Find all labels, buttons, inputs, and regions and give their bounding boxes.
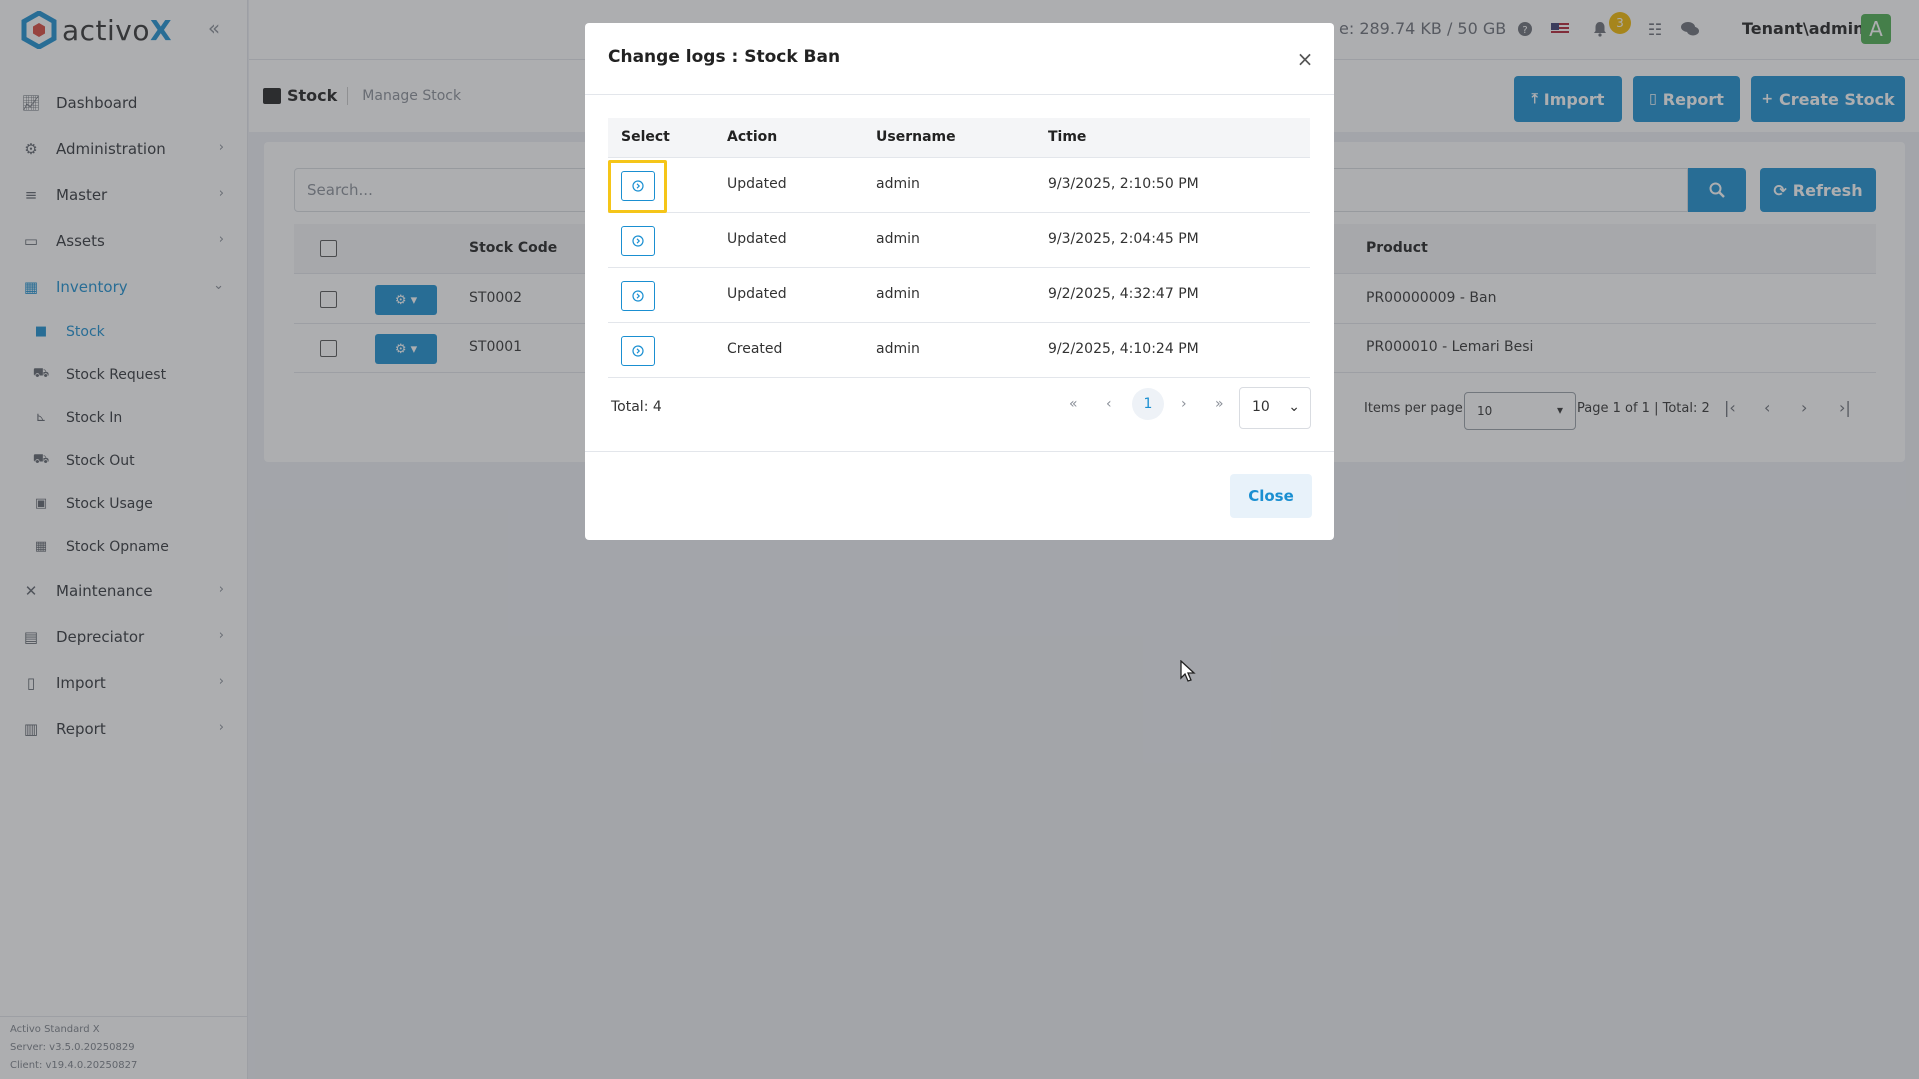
column-header-select: Select — [621, 129, 670, 145]
total-count: Total: 4 — [611, 399, 662, 415]
view-log-button[interactable] — [621, 226, 655, 256]
change-logs-dialog: Change logs : Stock Ban × Select Action … — [585, 23, 1334, 540]
page-size-select[interactable]: 10 ⌄ — [1239, 387, 1311, 429]
close-icon[interactable]: × — [1295, 49, 1315, 69]
table-row: Updated admin 9/2/2025, 4:32:47 PM — [608, 268, 1310, 323]
view-log-button[interactable] — [621, 281, 655, 311]
mouse-cursor-icon — [1180, 659, 1196, 688]
view-circle-icon — [632, 290, 644, 302]
changelog-table-header: Select Action Username Time — [608, 118, 1310, 158]
log-username: admin — [876, 231, 920, 247]
dialog-title: Change logs : Stock Ban — [608, 47, 841, 67]
log-time: 9/2/2025, 4:10:24 PM — [1048, 341, 1199, 357]
close-button[interactable]: Close — [1230, 474, 1312, 518]
log-action: Updated — [727, 286, 787, 302]
log-time: 9/3/2025, 2:10:50 PM — [1048, 176, 1199, 192]
column-header-time: Time — [1048, 129, 1087, 145]
view-log-button[interactable] — [621, 336, 655, 366]
chevron-down-icon: ⌄ — [1288, 399, 1300, 415]
current-page-button[interactable]: 1 — [1132, 388, 1164, 420]
last-page-icon[interactable]: » — [1215, 396, 1224, 412]
log-username: admin — [876, 341, 920, 357]
column-header-action: Action — [727, 129, 778, 145]
log-time: 9/2/2025, 4:32:47 PM — [1048, 286, 1199, 302]
dialog-footer-divider — [585, 451, 1334, 452]
log-action: Updated — [727, 176, 787, 192]
log-action: Updated — [727, 231, 787, 247]
view-circle-icon — [632, 235, 644, 247]
log-username: admin — [876, 176, 920, 192]
table-row: Updated admin 9/3/2025, 2:10:50 PM — [608, 158, 1310, 213]
log-time: 9/3/2025, 2:04:45 PM — [1048, 231, 1199, 247]
view-circle-icon — [632, 180, 644, 192]
next-page-icon[interactable]: › — [1181, 396, 1187, 412]
view-log-button[interactable] — [621, 171, 655, 201]
log-username: admin — [876, 286, 920, 302]
prev-page-icon[interactable]: ‹ — [1106, 396, 1112, 412]
dialog-divider — [585, 94, 1334, 95]
table-row: Updated admin 9/3/2025, 2:04:45 PM — [608, 213, 1310, 268]
column-header-username: Username — [876, 129, 956, 145]
view-circle-icon — [632, 345, 644, 357]
log-action: Created — [727, 341, 783, 357]
first-page-icon[interactable]: « — [1069, 396, 1078, 412]
table-row: Created admin 9/2/2025, 4:10:24 PM — [608, 323, 1310, 378]
